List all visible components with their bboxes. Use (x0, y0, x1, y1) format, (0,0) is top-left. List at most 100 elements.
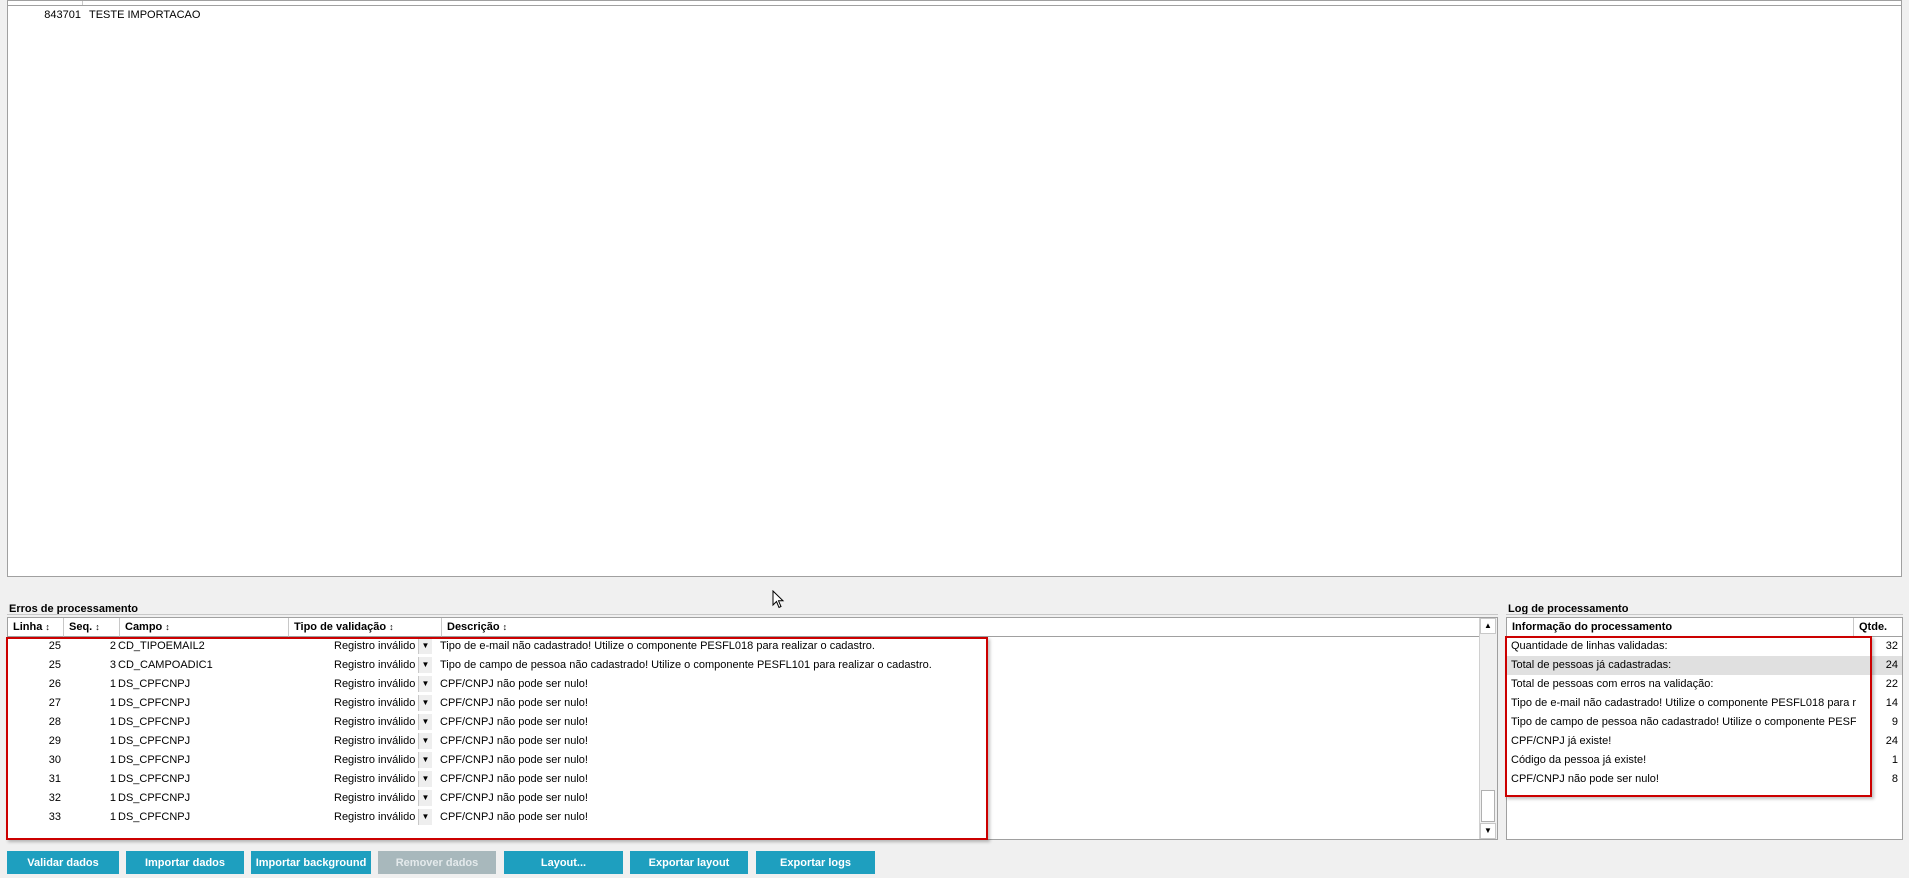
scroll-down-icon[interactable]: ▼ (1480, 823, 1496, 839)
col-campo[interactable]: Campo ↕ (120, 618, 289, 637)
col-seq[interactable]: Seq. ↕ (64, 618, 120, 637)
log-divider (1506, 614, 1903, 615)
error-seq: 3 (109, 659, 116, 671)
col-descricao[interactable]: Descrição ↕ (442, 618, 1482, 637)
log-row[interactable]: Tipo de e-mail não cadastrado! Utilize o… (1507, 694, 1902, 713)
error-row[interactable]: 27 1 DS_CPFCNPJ Registro inválido ▼ CPF/… (8, 694, 1483, 713)
error-tipo-select[interactable]: Registro inválido (334, 697, 415, 709)
chevron-down-icon[interactable]: ▼ (418, 771, 432, 787)
error-linha: 32 (48, 792, 61, 804)
error-descricao: CPF/CNPJ não pode ser nulo! (440, 735, 588, 747)
log-info: Total de pessoas com erros na validação: (1511, 678, 1714, 690)
error-row[interactable]: 30 1 DS_CPFCNPJ Registro inválido ▼ CPF/… (8, 751, 1483, 770)
mouse-cursor-icon (772, 590, 785, 609)
log-row[interactable]: CPF/CNPJ não pode ser nulo! 8 (1507, 770, 1902, 789)
log-qtde: 14 (1885, 697, 1898, 709)
sort-icon[interactable]: ↕ (503, 622, 508, 632)
col-informacao[interactable]: Informação do processamento (1507, 618, 1854, 637)
scroll-up-icon[interactable]: ▲ (1480, 618, 1496, 634)
col-linha[interactable]: Linha ↕ (8, 618, 64, 637)
error-linha: 33 (48, 811, 61, 823)
scroll-thumb[interactable] (1481, 790, 1495, 822)
error-row[interactable]: 26 1 DS_CPFCNPJ Registro inválido ▼ CPF/… (8, 675, 1483, 694)
log-row[interactable]: Código da pessoa já existe! 1 (1507, 751, 1902, 770)
error-seq: 1 (109, 792, 116, 804)
log-grid[interactable]: Informação do processamento Qtde. Quanti… (1506, 617, 1903, 840)
chevron-down-icon[interactable]: ▼ (418, 638, 432, 654)
error-seq: 1 (109, 773, 116, 785)
error-tipo-select[interactable]: Registro inválido (334, 716, 415, 728)
error-linha: 25 (48, 659, 61, 671)
validar-dados-button[interactable]: Validar dados (7, 851, 119, 874)
chevron-down-icon[interactable]: ▼ (418, 714, 432, 730)
error-linha: 27 (48, 697, 61, 709)
error-descricao: Tipo de campo de pessoa não cadastrado! … (440, 659, 932, 671)
error-row[interactable]: 28 1 DS_CPFCNPJ Registro inválido ▼ CPF/… (8, 713, 1483, 732)
errors-scrollbar[interactable]: ▲ ▼ (1479, 618, 1497, 839)
error-row[interactable]: 29 1 DS_CPFCNPJ Registro inválido ▼ CPF/… (8, 732, 1483, 751)
sort-icon[interactable]: ↕ (95, 622, 100, 632)
col-qtde[interactable]: Qtde. (1854, 618, 1902, 637)
importar-background-button[interactable]: Importar background (251, 851, 371, 874)
sort-icon[interactable]: ↕ (389, 622, 394, 632)
log-info: CPF/CNPJ já existe! (1511, 735, 1612, 747)
error-tipo-select[interactable]: Registro inválido (334, 811, 415, 823)
error-linha: 28 (48, 716, 61, 728)
error-row[interactable]: 25 3 CD_CAMPOADIC1 Registro inválido ▼ T… (8, 656, 1483, 675)
chevron-down-icon[interactable]: ▼ (418, 790, 432, 806)
error-seq: 1 (109, 678, 116, 690)
errors-grid[interactable]: Linha ↕ Seq. ↕ Campo ↕ Tipo de validação ↕ D… (7, 617, 1498, 840)
log-qtde: 24 (1885, 735, 1898, 747)
error-tipo-select[interactable]: Registro inválido (334, 659, 415, 671)
error-descricao: CPF/CNPJ não pode ser nulo! (440, 773, 588, 785)
exportar-layout-button[interactable]: Exportar layout (630, 851, 748, 874)
error-campo: DS_CPFCNPJ (118, 792, 191, 804)
error-seq: 1 (109, 697, 116, 709)
log-info: Tipo de campo de pessoa não cadastrado! … (1511, 716, 1856, 728)
records-grid-header (8, 1, 1901, 6)
importar-dados-button[interactable]: Importar dados (126, 851, 244, 874)
error-tipo-select[interactable]: Registro inválido (334, 792, 415, 804)
log-row[interactable]: Quantidade de linhas validadas: 32 (1507, 637, 1902, 656)
errors-divider (7, 614, 1498, 615)
log-qtde: 22 (1885, 678, 1898, 690)
layout-button[interactable]: Layout... (504, 851, 623, 874)
log-row[interactable]: CPF/CNPJ já existe! 24 (1507, 732, 1902, 751)
error-linha: 31 (48, 773, 61, 785)
error-linha: 26 (48, 678, 61, 690)
chevron-down-icon[interactable]: ▼ (418, 752, 432, 768)
sort-icon[interactable]: ↕ (45, 622, 50, 632)
log-qtde: 8 (1891, 773, 1898, 785)
chevron-down-icon[interactable]: ▼ (418, 657, 432, 673)
error-descricao: CPF/CNPJ não pode ser nulo! (440, 792, 588, 804)
chevron-down-icon[interactable]: ▼ (418, 695, 432, 711)
error-tipo-select[interactable]: Registro inválido (334, 640, 415, 652)
chevron-down-icon[interactable]: ▼ (418, 733, 432, 749)
error-tipo-select[interactable]: Registro inválido (334, 678, 415, 690)
log-row[interactable]: Total de pessoas com erros na validação:… (1507, 675, 1902, 694)
chevron-down-icon[interactable]: ▼ (418, 809, 432, 825)
error-descricao: Tipo de e-mail não cadastrado! Utilize o… (440, 640, 875, 652)
log-qtde: 9 (1891, 716, 1898, 728)
error-campo: CD_CAMPOADIC1 (118, 659, 213, 671)
log-info: Tipo de e-mail não cadastrado! Utilize o… (1511, 697, 1856, 709)
col-tipo-validacao[interactable]: Tipo de validação ↕ (289, 618, 442, 637)
records-grid[interactable]: 843701 TESTE IMPORTACAO (7, 0, 1902, 577)
error-row[interactable]: 32 1 DS_CPFCNPJ Registro inválido ▼ CPF/… (8, 789, 1483, 808)
error-campo: DS_CPFCNPJ (118, 811, 191, 823)
error-tipo-select[interactable]: Registro inválido (334, 773, 415, 785)
log-info: Total de pessoas já cadastradas: (1511, 659, 1672, 671)
log-qtde: 24 (1885, 659, 1898, 671)
error-row[interactable]: 25 2 CD_TIPOEMAIL2 Registro inválido ▼ T… (8, 637, 1483, 656)
chevron-down-icon[interactable]: ▼ (418, 676, 432, 692)
error-row[interactable]: 31 1 DS_CPFCNPJ Registro inválido ▼ CPF/… (8, 770, 1483, 789)
error-descricao: CPF/CNPJ não pode ser nulo! (440, 678, 588, 690)
exportar-logs-button[interactable]: Exportar logs (756, 851, 875, 874)
sort-icon[interactable]: ↕ (165, 622, 170, 632)
error-tipo-select[interactable]: Registro inválido (334, 754, 415, 766)
log-row[interactable]: Tipo de campo de pessoa não cadastrado! … (1507, 713, 1902, 732)
error-tipo-select[interactable]: Registro inválido (334, 735, 415, 747)
log-row-selected[interactable]: Total de pessoas já cadastradas: 24 (1507, 656, 1902, 675)
error-row[interactable]: 33 1 DS_CPFCNPJ Registro inválido ▼ CPF/… (8, 808, 1483, 827)
error-campo: DS_CPFCNPJ (118, 678, 191, 690)
